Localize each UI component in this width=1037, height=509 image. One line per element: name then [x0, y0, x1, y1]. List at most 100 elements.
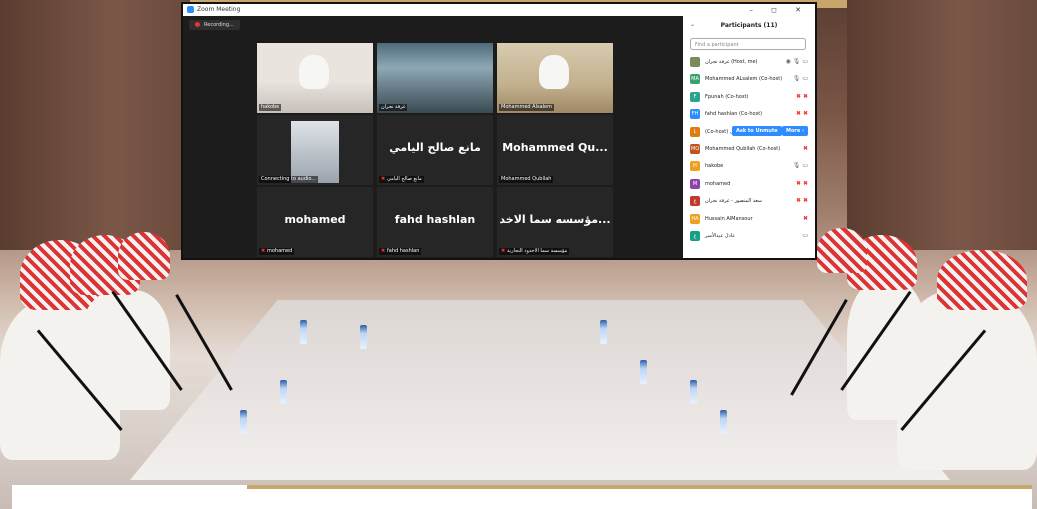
- participant-row[interactable]: F Fpunah (Co-host) ✖ ✖: [690, 91, 810, 108]
- tile-name: مانع صالح اليامي: [387, 176, 422, 182]
- video-tile[interactable]: Mohammed Alsalem: [497, 43, 613, 113]
- participant-status-icons[interactable]: ▭: [802, 230, 808, 242]
- avatar: HA: [690, 213, 700, 224]
- microphone: [175, 293, 233, 391]
- recording-indicator[interactable]: Recording...: [189, 20, 240, 30]
- participants-panel: – ◻ ✕ ⌄ Participants (11) Find a partici…: [683, 4, 815, 258]
- ghutra: [817, 228, 867, 273]
- participant-row[interactable]: MA Mohammed ALsalem (Co-host) 🎙 ▭: [690, 73, 810, 90]
- participant-row[interactable]: HA Hussain AlMansour ✖: [690, 213, 810, 230]
- participant-video: [257, 115, 373, 185]
- participant-row[interactable]: غ سعد المنصور - غرفة نجران ✖ ✖: [690, 195, 810, 212]
- ask-to-unmute-button[interactable]: Ask to Unmute: [732, 125, 782, 136]
- participant-display-name: mohamed: [284, 213, 346, 226]
- participant-name: عادل عبدالأمير: [705, 232, 736, 239]
- video-tile[interactable]: hakobe: [257, 43, 373, 113]
- title-bar: Zoom Meeting: [183, 4, 683, 16]
- participant-name: (Co-host) ل: [705, 128, 733, 135]
- tile-name-label: Mohammed Alsalem: [499, 104, 555, 111]
- participant-status-icons[interactable]: 🎙 ▭: [793, 73, 808, 85]
- tile-name-label: ✖ mohamed: [259, 248, 295, 255]
- video-tile[interactable]: Connecting to audio...: [257, 115, 373, 185]
- record-dot-icon: [195, 22, 200, 27]
- video-tile[interactable]: غرفة نجران: [377, 43, 493, 113]
- water-bottle: [360, 325, 367, 349]
- window-title: Zoom Meeting: [197, 6, 241, 13]
- avatar: [690, 57, 700, 67]
- participant-row[interactable]: ع عادل عبدالأمير ▭: [690, 230, 810, 247]
- avatar: MA: [690, 74, 700, 85]
- participant-status-icons[interactable]: ◉ 🎙 ▭: [786, 56, 808, 68]
- avatar: L: [690, 126, 700, 137]
- participant-head: [539, 55, 569, 89]
- participant-head: [299, 55, 329, 89]
- participant-name: غرفة نجران (Host, me): [705, 59, 758, 65]
- tile-name: مؤسسة سما الاخدود التجارية: [507, 248, 568, 254]
- participant-status-icons[interactable]: ✖: [803, 213, 808, 225]
- participants-title: Participants (11): [720, 22, 778, 29]
- more-button[interactable]: More ›: [782, 125, 809, 136]
- participant-row[interactable]: Hhakobe 🎙 ▭: [690, 160, 810, 177]
- participant-status-icons[interactable]: ✖ ✖: [796, 108, 808, 120]
- participant-display-name: مؤسسه سما الاخد...: [499, 213, 611, 226]
- zoom-window: Zoom Meeting Recording... hakobe غرفة نجر…: [183, 4, 815, 258]
- tile-name-label: Connecting to audio...: [259, 176, 319, 183]
- video-tile[interactable]: Mohammed Qu... Mohammed Qubllah: [497, 115, 613, 185]
- participant-list: غرفة نجران (Host, me) ◉ 🎙 ▭ MA Mohammed ALs…: [690, 56, 810, 247]
- zoom-icon: [187, 6, 194, 13]
- video-tile[interactable]: مؤسسه سما الاخد... ✖ مؤسسة سما الاخدود الت…: [497, 187, 613, 257]
- tile-name: hakobe: [261, 104, 280, 110]
- participant-row[interactable]: Mmohamed ✖ ✖: [690, 178, 810, 195]
- participant-name: Hussain AlMansour: [705, 215, 753, 222]
- avatar: F: [690, 91, 700, 102]
- tile-name-label: ✖ fahd hashlan: [379, 248, 422, 255]
- participant-video: [257, 43, 373, 113]
- participant-display-name: fahd hashlan: [394, 213, 476, 226]
- avatar: غ: [690, 196, 700, 207]
- video-tile[interactable]: mohamed ✖ mohamed: [257, 187, 373, 257]
- participant-video: [377, 43, 493, 113]
- participant-status-icons[interactable]: ✖ ✖: [796, 91, 808, 103]
- gold-rule: [247, 485, 1032, 489]
- participant-name: hakobe: [705, 163, 724, 170]
- avatar: M: [690, 178, 700, 189]
- ghutra: [118, 232, 170, 280]
- avatar: ع: [690, 230, 700, 241]
- water-bottle: [720, 410, 727, 434]
- participant-display-name: Mohammed Qu...: [502, 141, 608, 154]
- muted-mic-icon: ✖: [381, 176, 386, 182]
- participant-name: Mohammed Qubllah (Co-host): [705, 145, 781, 152]
- participant-name: fahd hashlan (Co-host): [705, 111, 763, 118]
- water-bottle: [640, 360, 647, 384]
- tile-name-label: ✖ مؤسسة سما الاخدود التجارية: [499, 248, 570, 255]
- recording-label: Recording...: [204, 22, 234, 28]
- tile-name-label: غرفة نجران: [379, 104, 408, 111]
- attendee: [847, 280, 927, 420]
- avatar: MQ: [690, 143, 700, 154]
- participant-row[interactable]: FH fahd hashlan (Co-host) ✖ ✖: [690, 108, 810, 125]
- participant-row[interactable]: غرفة نجران (Host, me) ◉ 🎙 ▭: [690, 56, 810, 73]
- water-bottle: [690, 380, 697, 404]
- participant-status-icons[interactable]: ✖: [803, 143, 808, 155]
- video-tile[interactable]: مانع صالح اليامي ✖ مانع صالح اليامي: [377, 115, 493, 185]
- window-controls[interactable]: – ◻ ✕: [749, 6, 809, 14]
- water-bottle: [240, 410, 247, 434]
- muted-mic-icon: ✖: [501, 248, 506, 254]
- participant-status-icons[interactable]: ✖ ✖: [796, 178, 808, 190]
- participant-name: Fpunah (Co-host): [705, 93, 749, 100]
- participant-status-icons[interactable]: ✖ ✖: [796, 195, 808, 207]
- tile-name-label: ✖ مانع صالح اليامي: [379, 176, 424, 183]
- participant-name: Mohammed ALsalem (Co-host): [705, 76, 783, 83]
- participant-status-icons[interactable]: 🎙 ▭: [793, 160, 808, 172]
- tile-name-label: Mohammed Qubllah: [499, 176, 554, 183]
- participant-row[interactable]: MQ Mohammed Qubllah (Co-host) ✖: [690, 143, 810, 160]
- tile-name-label: hakobe: [259, 104, 282, 111]
- tile-name: mohamed: [267, 248, 293, 254]
- muted-mic-icon: ✖: [381, 248, 386, 254]
- participant-search-input[interactable]: Find a participant: [690, 38, 806, 50]
- tile-name: Mohammed Qubllah: [501, 176, 552, 182]
- video-tile[interactable]: fahd hashlan ✖ fahd hashlan: [377, 187, 493, 257]
- participant-name: mohamed: [705, 180, 731, 187]
- participant-row[interactable]: L (Co-host) لAsk to UnmuteMore ›: [690, 125, 810, 143]
- tile-name: fahd hashlan: [387, 248, 420, 254]
